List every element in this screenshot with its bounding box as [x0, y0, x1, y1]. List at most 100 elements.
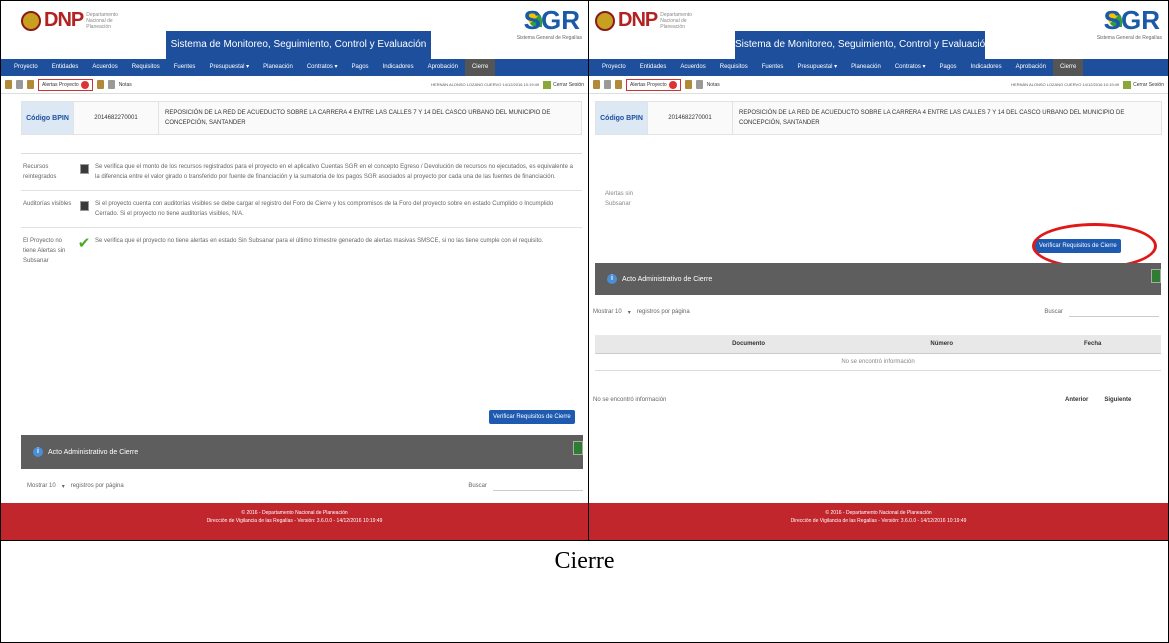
user-session-info: HERNÁN ALONSO LOZANO CUERVO 14/12/2016 1… — [1011, 82, 1120, 87]
acto-section-header: i Acto Administrativo de Cierre — [21, 435, 583, 469]
main-nav: Proyecto Entidades Acuerdos Requisitos F… — [1, 59, 588, 76]
dnp-logo: DNP Departamento Nacional de Planeación — [21, 9, 126, 32]
logout-button[interactable]: Cerrar Sesión — [1123, 80, 1164, 89]
notes-button[interactable]: Notas — [119, 82, 132, 88]
search-input[interactable] — [1069, 307, 1159, 317]
verify-requirements-button[interactable]: Verificar Requisitos de Cierre — [489, 410, 575, 424]
nav-item-proyecto[interactable]: Proyecto — [595, 59, 633, 76]
info-icon: i — [607, 274, 617, 284]
dnp-logo-subtitle: Departamento Nacional de Planeación — [660, 11, 692, 30]
user-icon[interactable] — [615, 80, 622, 89]
pagination: Anterior Siguiente — [1049, 397, 1131, 403]
dnp-logo-text: DNP — [618, 9, 658, 31]
column-header-fecha[interactable]: Fecha — [1024, 335, 1161, 354]
project-header: Código BPIN 2014682270001 REPOSICIÓN DE … — [21, 101, 582, 135]
search-label: Buscar — [1044, 309, 1063, 315]
logout-label: Cerrar Sesión — [553, 81, 584, 88]
nav-item-planeacion[interactable]: Planeación — [844, 59, 888, 76]
nav-item-proyecto[interactable]: Proyecto — [7, 59, 45, 76]
pager-previous-button[interactable]: Anterior — [1065, 397, 1088, 403]
user-session-info: HERNÁN ALONSO LOZANO CUERVO 14/12/2016 1… — [431, 82, 540, 87]
tool-icon[interactable] — [604, 80, 611, 89]
excel-export-icon[interactable] — [573, 441, 583, 455]
requirement-text: Se verifica que el monto de los recursos… — [95, 164, 573, 180]
user-icon[interactable] — [593, 80, 600, 89]
user-icon[interactable] — [5, 80, 12, 89]
excel-export-icon[interactable] — [1151, 269, 1161, 283]
requirement-label: Auditorías visibles — [23, 201, 72, 207]
nav-item-requisitos[interactable]: Requisitos — [713, 59, 755, 76]
nav-item-contratos[interactable]: Contratos ▾ — [888, 59, 933, 76]
acto-section-title: Acto Administrativo de Cierre — [622, 275, 713, 283]
nav-item-cierre[interactable]: Cierre — [464, 59, 496, 76]
nav-item-fuentes[interactable]: Fuentes — [167, 59, 203, 76]
nav-item-presupuestal[interactable]: Presupuestal ▾ — [202, 59, 256, 76]
nav-item-entidades[interactable]: Entidades — [45, 59, 86, 76]
requirements-list: Recursos reintegrados Se verifica que el… — [21, 153, 582, 274]
screenshot-right: DNP Departamento Nacional de Planeación … — [589, 1, 1168, 540]
search-label: Buscar — [468, 483, 487, 489]
bpin-code: 2014682270001 — [74, 102, 159, 134]
nav-item-entidades[interactable]: Entidades — [633, 59, 674, 76]
nav-item-pagos[interactable]: Pagos — [933, 59, 964, 76]
dnp-logo-text: DNP — [44, 9, 84, 31]
bpin-label: Código BPIN — [596, 102, 648, 134]
nav-item-acuerdos[interactable]: Acuerdos — [85, 59, 124, 76]
nav-item-presupuestal[interactable]: Presupuestal ▾ — [790, 59, 844, 76]
document-icon[interactable] — [695, 80, 703, 89]
column-header-sort[interactable] — [595, 335, 639, 354]
nav-item-pagos[interactable]: Pagos — [345, 59, 376, 76]
alert-dot-icon — [668, 80, 677, 89]
nav-item-aprobacion[interactable]: Aprobación — [1009, 59, 1053, 76]
sgr-logo-text: SGR — [523, 5, 580, 35]
footer-line-1: © 2016 - Departamento Nacional de Planea… — [241, 510, 348, 516]
notes-button[interactable]: Notas — [707, 82, 720, 88]
requirement-row: Auditorías visibles Si el proyecto cuent… — [21, 191, 582, 228]
toolbar: Alertas Proyecto Notas HERNÁN ALONSO LOZ… — [1, 76, 588, 94]
info-icon: i — [33, 447, 43, 457]
project-name: REPOSICIÓN DE LA RED DE ACUEDUCTO SOBRE … — [739, 110, 1125, 126]
nav-item-contratos[interactable]: Contratos ▾ — [300, 59, 345, 76]
nav-item-cierre[interactable]: Cierre — [1052, 59, 1084, 76]
logout-button[interactable]: Cerrar Sesión — [543, 80, 584, 89]
acto-table: Documento Número Fecha No se encontró in… — [595, 335, 1161, 371]
document-icon[interactable] — [79, 164, 89, 174]
requirement-label: El Proyecto no tiene Alertas sin Subsana… — [23, 238, 66, 264]
show-entries-select[interactable]: Mostrar 10 — [27, 483, 56, 489]
footer-line-2: Dirección de Vigilancia de las Regalías … — [790, 518, 967, 524]
column-header-documento[interactable]: Documento — [638, 335, 860, 354]
requirement-row: Recursos reintegrados Se verifica que el… — [21, 154, 582, 191]
document-icon[interactable] — [79, 201, 89, 211]
pager-next-button[interactable]: Siguiente — [1104, 397, 1131, 403]
tool-icon[interactable] — [16, 80, 23, 89]
table-filter-row: Mostrar 10 ▾ registros por página Buscar — [27, 481, 583, 491]
app-header: DNP Departamento Nacional de Planeación … — [589, 1, 1168, 59]
requirement-row: El Proyecto no tiene Alertas sin Subsana… — [21, 228, 582, 274]
user-icon[interactable] — [684, 80, 692, 89]
nav-item-aprobacion[interactable]: Aprobación — [421, 59, 465, 76]
alerts-button[interactable]: Alertas Proyecto — [626, 78, 681, 91]
alerts-label: Alertas Proyecto — [630, 81, 667, 88]
bpin-label: Código BPIN — [22, 102, 74, 134]
nav-item-indicadores[interactable]: Indicadores — [964, 59, 1009, 76]
requirement-label: Recursos reintegrados — [23, 164, 57, 180]
search-input[interactable] — [493, 481, 583, 491]
alerts-button[interactable]: Alertas Proyecto — [38, 78, 93, 91]
dnp-logo-subtitle: Departamento Nacional de Planeación — [86, 11, 118, 30]
figure-caption: Cierre — [554, 548, 615, 574]
nav-item-acuerdos[interactable]: Acuerdos — [673, 59, 712, 76]
toolbar: Alertas Proyecto Notas HERNÁN ALONSO LOZ… — [589, 76, 1168, 94]
app-header: DNP Departamento Nacional de Planeación … — [1, 1, 588, 59]
nav-item-requisitos[interactable]: Requisitos — [125, 59, 167, 76]
user-icon[interactable] — [27, 80, 34, 89]
user-icon[interactable] — [96, 80, 104, 89]
show-entries-select[interactable]: Mostrar 10 — [593, 309, 622, 315]
lock-icon — [543, 80, 552, 89]
nav-item-planeacion[interactable]: Planeación — [256, 59, 300, 76]
alerts-without-remedy-label: Alertas sin Subsanar — [605, 191, 634, 207]
table-row: No se encontró información — [595, 353, 1161, 371]
nav-item-fuentes[interactable]: Fuentes — [755, 59, 791, 76]
document-icon[interactable] — [107, 80, 115, 89]
nav-item-indicadores[interactable]: Indicadores — [376, 59, 421, 76]
column-header-numero[interactable]: Número — [859, 335, 1025, 354]
